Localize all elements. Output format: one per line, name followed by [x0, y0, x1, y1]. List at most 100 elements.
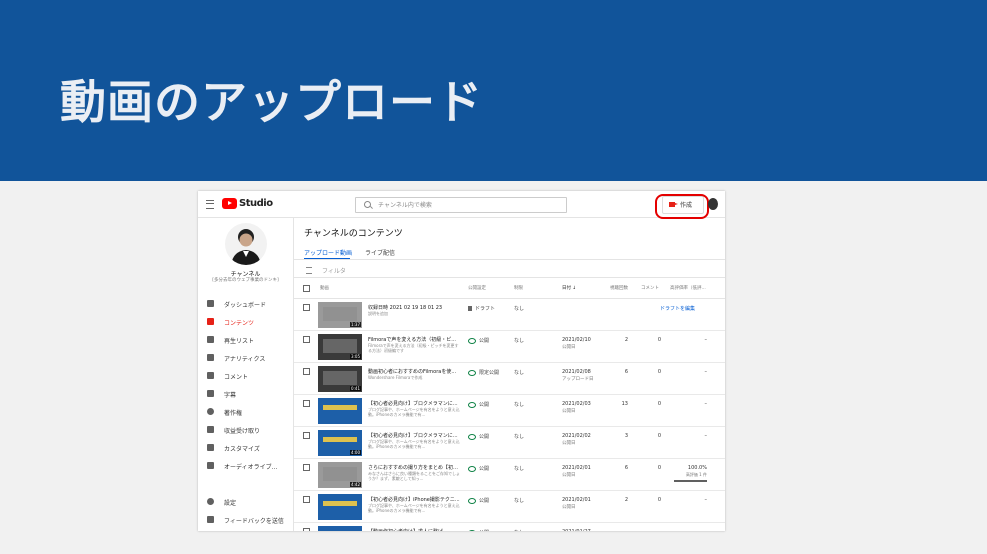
visibility-dropdown[interactable]: 公開	[468, 465, 489, 472]
col-restrictions[interactable]: 制限	[514, 285, 523, 291]
sidebar-item-customize[interactable]: カスタマイズ	[198, 441, 293, 455]
row-checkbox[interactable]	[303, 368, 310, 375]
sidebar-item-feedback[interactable]: フィードバックを送信	[198, 513, 293, 527]
table-row[interactable]: 4:42 さらにおすすめの撮り方をまとめ【初心者... みなさんはさらに良い種類をる…	[294, 459, 725, 491]
col-comments[interactable]: コメント	[641, 285, 659, 291]
video-thumbnail[interactable]: 1:37	[318, 302, 362, 328]
col-date[interactable]: 日付 ↓	[562, 285, 576, 291]
video-title[interactable]: 【初心者必見向け】iPhone撮影テクニ...	[368, 496, 462, 503]
video-description: Filmoraで声を変える方法（初級・ピッチを変更する方法）初級編です	[368, 343, 459, 353]
sidebar-item-analytics[interactable]: アナリティクス	[198, 351, 293, 365]
video-thumbnail[interactable]	[318, 526, 362, 531]
edit-draft-link[interactable]: ドラフトを編集	[660, 305, 695, 312]
visibility-dropdown[interactable]: ドラフト	[468, 305, 495, 312]
video-description: ブログ記事や、ホームページを有名をようと意え込動。iPhoneのカメラ機能で有.…	[368, 407, 460, 417]
tab-uploads[interactable]: アップロード動画	[304, 248, 352, 257]
search-input[interactable]: チャンネル内で検索	[355, 197, 567, 213]
tab-live[interactable]: ライブ配信	[365, 248, 395, 257]
date-value: 2021/02/02	[562, 433, 591, 439]
visibility-dropdown[interactable]: 公開	[468, 337, 489, 344]
table-row[interactable]: 3:05 Filmoraで声を変える方法（初級・ピ... Filmoraで声を変える…	[294, 331, 725, 363]
sidebar-item-copyright[interactable]: 著作権	[198, 405, 293, 419]
video-thumbnail[interactable]: 4:42	[318, 462, 362, 488]
video-title[interactable]: 【初心者必見向け】ブロクメラマンに...	[368, 400, 462, 407]
select-all-checkbox[interactable]	[303, 285, 310, 292]
restriction-value: なし	[514, 434, 525, 440]
date-type: 公開日	[562, 441, 576, 446]
table-row[interactable]: 1:37 収録日時 2021 02 19 18 01 23 説明を追加 ドラフト なし ド…	[294, 299, 725, 331]
sidebar-item-comments[interactable]: コメント	[198, 369, 293, 383]
visibility-dropdown[interactable]: 公開	[468, 401, 489, 408]
video-title[interactable]: さらにおすすめの撮り方をまとめ【初心者...	[368, 464, 462, 471]
col-views[interactable]: 視聴回数	[610, 285, 628, 291]
visibility-label: 公開	[479, 466, 490, 472]
thumbnail-image	[323, 371, 357, 385]
logo-text: Studio	[239, 198, 273, 209]
youtube-logo-icon[interactable]	[222, 198, 237, 209]
menu-icon[interactable]	[206, 200, 214, 209]
sidebar-item-subtitles[interactable]: 字幕	[198, 387, 293, 401]
table-header: 動画 公開設定 制限 日付 ↓ 視聴回数 コメント 高評価率（低評...	[294, 278, 725, 299]
video-thumbnail[interactable]: 4:00	[318, 430, 362, 456]
thumbnail-image	[323, 339, 357, 353]
table-row[interactable]: 【初心者必見向け】ブロクメラマンに... ブログ記事や、ホームページを有名をようと…	[294, 395, 725, 427]
channel-avatar[interactable]	[225, 223, 267, 265]
table-row[interactable]: 0:41 動画初心者におすすめのFilmoraを使... Wondershare F…	[294, 363, 725, 395]
comments-value: 0	[657, 337, 661, 343]
date-type: 公開日	[562, 345, 576, 350]
views-value: 6	[624, 369, 628, 375]
sidebar-item-playlists[interactable]: 再生リスト	[198, 333, 293, 347]
dashboard-icon	[207, 300, 214, 307]
comment-icon	[207, 372, 214, 379]
visibility-dropdown[interactable]: 公開	[468, 497, 489, 504]
sidebar-item-settings[interactable]: 設定	[198, 495, 293, 509]
search-icon	[364, 201, 371, 208]
video-title[interactable]: 【初心者必見向け】ブロクメラマンに...	[368, 432, 462, 439]
row-checkbox[interactable]	[303, 304, 310, 311]
row-checkbox[interactable]	[303, 432, 310, 439]
likes-bar	[674, 480, 707, 482]
eye-icon	[468, 529, 476, 531]
col-likes[interactable]: 高評価率（低評...	[670, 285, 706, 291]
sidebar-item-audio-library[interactable]: オーディオライブ...	[198, 459, 293, 473]
filter-input[interactable]: フィルタ	[322, 266, 346, 275]
col-visibility[interactable]: 公開設定	[468, 285, 486, 291]
sidebar-item-monetization[interactable]: 収益受け取り	[198, 423, 293, 437]
date-value: 2021/02/03	[562, 401, 591, 407]
visibility-dropdown[interactable]: 公開	[468, 433, 489, 440]
video-duration: 3:05	[350, 354, 361, 359]
row-checkbox[interactable]	[303, 400, 310, 407]
row-checkbox[interactable]	[303, 336, 310, 343]
sidebar-item-dashboard[interactable]: ダッシュボード	[198, 297, 293, 311]
sidebar-item-content[interactable]: コンテンツ	[198, 315, 293, 329]
row-checkbox[interactable]	[303, 464, 310, 471]
sidebar-item-label: 再生リスト	[224, 338, 255, 345]
video-thumbnail[interactable]: 0:41	[318, 366, 362, 392]
video-title[interactable]: 収録日時 2021 02 19 18 01 23	[368, 304, 462, 311]
visibility-dropdown[interactable]: 限定公開	[468, 369, 499, 376]
account-avatar[interactable]	[708, 198, 718, 210]
table-row[interactable]: 4:00 【初心者必見向け】ブロクメラマンに... ブログ記事や、ホームページを有名…	[294, 427, 725, 459]
video-title[interactable]: 動画初心者におすすめのFilmoraを使...	[368, 368, 462, 375]
video-title[interactable]: 【動画作初心者向け】求人に整げ...	[368, 528, 462, 531]
eye-icon	[468, 401, 476, 408]
visibility-label: 公開	[479, 434, 490, 440]
restriction-value: なし	[514, 402, 525, 408]
row-checkbox[interactable]	[303, 496, 310, 503]
likes-value: –	[704, 337, 708, 343]
comments-value: 0	[657, 369, 661, 375]
views-value: 3	[624, 433, 628, 439]
audio-library-icon	[207, 462, 214, 469]
visibility-dropdown[interactable]: 公開	[468, 529, 489, 531]
table-row[interactable]: 【初心者必見向け】iPhone撮影テクニ... ブログ記事や、ホームページを有名を…	[294, 491, 725, 523]
video-thumbnail[interactable]	[318, 494, 362, 520]
video-title[interactable]: Filmoraで声を変える方法（初級・ピ...	[368, 336, 462, 343]
filter-icon[interactable]	[306, 267, 312, 274]
video-thumbnail[interactable]	[318, 398, 362, 424]
table-row[interactable]: 【動画作初心者向け】求人に整げ... 公開 なし 2021/01/27	[294, 523, 725, 531]
video-thumbnail[interactable]: 3:05	[318, 334, 362, 360]
highlight-annotation	[655, 194, 709, 219]
views-value: 6	[624, 465, 628, 471]
visibility-label: 公開	[479, 338, 490, 344]
row-checkbox[interactable]	[303, 528, 310, 531]
